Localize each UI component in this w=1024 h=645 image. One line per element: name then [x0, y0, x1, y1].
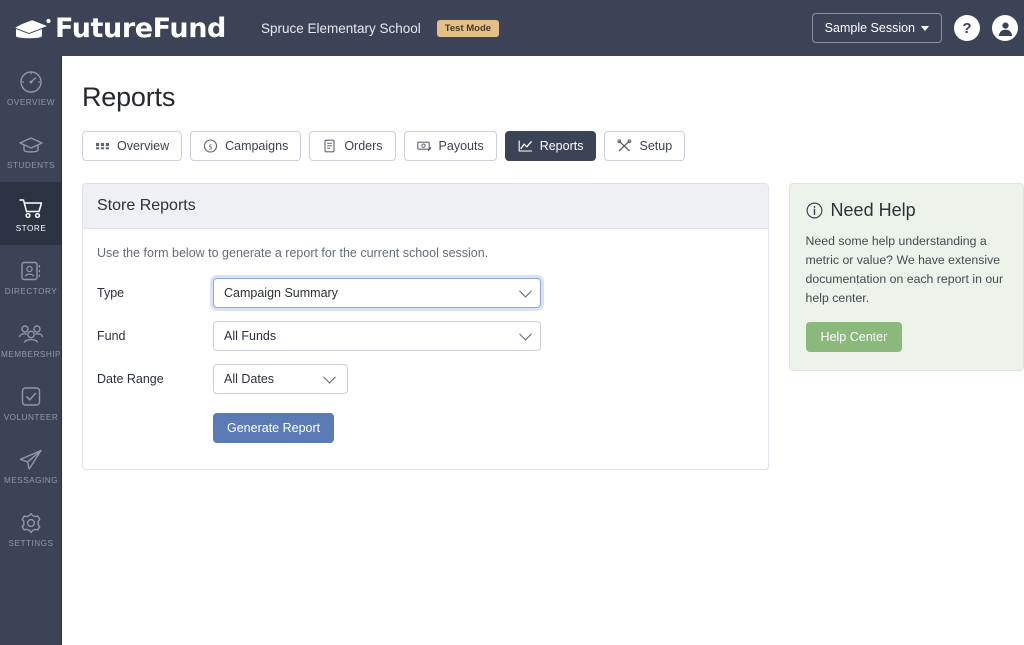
header-actions: Sample Session ? — [811, 13, 1018, 43]
sidebar-item-volunteer[interactable]: VOLUNTEER — [0, 371, 61, 434]
line-chart-icon — [518, 140, 532, 152]
sidebar-item-settings[interactable]: SETTINGS — [0, 497, 61, 560]
session-label: Sample Session — [824, 21, 915, 35]
dollar-circle-icon: $ — [204, 139, 218, 153]
tab-payouts[interactable]: Payouts — [403, 131, 497, 161]
tools-icon — [617, 139, 632, 152]
tab-label-overview: Overview — [117, 139, 170, 153]
tab-setup[interactable]: Setup — [604, 131, 686, 161]
info-circle-icon — [806, 202, 823, 219]
tab-label-orders: Orders — [344, 139, 383, 153]
date-range-select-value: All Dates — [224, 372, 275, 386]
test-mode-badge: Test Mode — [436, 19, 500, 37]
speedometer-icon — [20, 70, 42, 93]
sidebar-label-students: STUDENTS — [6, 160, 56, 170]
brand-logo[interactable]: FutureFund — [8, 13, 226, 44]
sidebar-item-membership[interactable]: MEMBERSHIP — [0, 308, 62, 371]
school-name: Spruce Elementary School — [260, 20, 421, 36]
page-title: Reports — [82, 82, 176, 112]
money-bill-icon — [416, 141, 431, 152]
tab-campaigns[interactable]: $ Campaigns — [190, 131, 302, 161]
content-row: Store Reports Use the form below to gene… — [82, 183, 1024, 470]
form-row-fund: Fund All Funds — [97, 321, 754, 351]
help-center-button[interactable]: Help Center — [805, 322, 903, 353]
sidebar-item-store[interactable]: STORE — [0, 182, 61, 245]
tab-label-payouts: Payouts — [438, 139, 484, 153]
grid-icon — [96, 143, 109, 150]
sidebar-item-directory[interactable]: DIRECTORY — [0, 245, 61, 308]
gear-icon — [21, 512, 41, 533]
form-row-type: Type Campaign Summary — [97, 278, 754, 308]
user-avatar-icon[interactable] — [992, 15, 1018, 41]
session-selector[interactable]: Sample Session — [811, 13, 942, 43]
store-reports-panel: Store Reports Use the form below to gene… — [82, 183, 769, 470]
tab-orders[interactable]: Orders — [309, 131, 396, 161]
sidebar-label-membership: MEMBERSHIP — [0, 349, 62, 359]
graduation-cap-icon — [10, 15, 51, 39]
checkbox-icon — [21, 386, 41, 406]
type-select-value: Campaign Summary — [224, 286, 338, 300]
chevron-down-icon — [323, 370, 336, 384]
sidebar-label-volunteer: VOLUNTEER — [3, 412, 59, 422]
avatar-glyph — [998, 22, 1012, 36]
people-group-icon — [18, 324, 44, 343]
sidebar-nav: OVERVIEW STUDENTS STORE DIRECTORY MEMBER… — [0, 56, 62, 645]
panel-title: Store Reports — [97, 197, 196, 214]
sidebar-label-directory: DIRECTORY — [4, 286, 58, 296]
need-help-card: Need Help Need some help understanding a… — [788, 183, 1024, 372]
need-help-header: Need Help — [806, 200, 1007, 221]
need-help-title: Need Help — [830, 200, 916, 220]
form-row-date-range: Date Range All Dates — [97, 364, 754, 394]
paper-plane-icon — [19, 449, 42, 470]
main-content: Reports Overview $ Campaigns Orders Payo… — [62, 56, 1024, 645]
brand-name: FutureFund — [55, 12, 226, 44]
label-type: Type — [97, 286, 125, 300]
top-header: FutureFund Spruce Elementary School Test… — [0, 0, 1024, 56]
panel-description: Use the form below to generate a report … — [97, 246, 489, 260]
svg-text:$: $ — [209, 142, 213, 151]
sidebar-label-settings: SETTINGS — [8, 538, 54, 548]
fund-select[interactable]: All Funds — [213, 321, 541, 351]
sidebar-item-messaging[interactable]: MESSAGING — [0, 434, 61, 497]
tab-overview[interactable]: Overview — [82, 131, 183, 161]
help-icon[interactable]: ? — [954, 15, 980, 41]
sidebar-label-store: STORE — [15, 223, 47, 233]
tab-label-reports: Reports — [539, 139, 584, 153]
type-select[interactable]: Campaign Summary — [213, 278, 541, 308]
receipt-icon — [324, 139, 335, 153]
panel-header: Store Reports — [83, 184, 768, 229]
label-fund: Fund — [97, 329, 126, 343]
shopping-cart-icon — [19, 198, 43, 218]
label-date-range: Date Range — [97, 372, 164, 386]
tab-label-campaigns: Campaigns — [225, 139, 289, 153]
contact-card-icon — [21, 261, 41, 280]
graduation-cap-icon — [19, 136, 43, 153]
date-range-select[interactable]: All Dates — [213, 364, 348, 394]
tab-reports[interactable]: Reports — [504, 131, 597, 161]
sidebar-item-students[interactable]: STUDENTS — [0, 119, 61, 182]
fund-select-value: All Funds — [224, 329, 277, 343]
tab-bar: Overview $ Campaigns Orders Payouts Repo… — [82, 131, 1024, 161]
tab-label-setup: Setup — [639, 139, 673, 153]
need-help-body: Need some help understanding a metric or… — [805, 234, 1004, 306]
sidebar-label-messaging: MESSAGING — [3, 475, 59, 485]
chevron-down-icon — [921, 25, 929, 31]
sidebar-label-overview: OVERVIEW — [7, 97, 55, 107]
generate-report-button[interactable]: Generate Report — [213, 413, 335, 443]
panel-body: Use the form below to generate a report … — [83, 229, 768, 469]
chevron-down-icon — [519, 327, 532, 341]
chevron-down-icon — [519, 284, 532, 298]
sidebar-item-overview[interactable]: OVERVIEW — [0, 56, 61, 119]
